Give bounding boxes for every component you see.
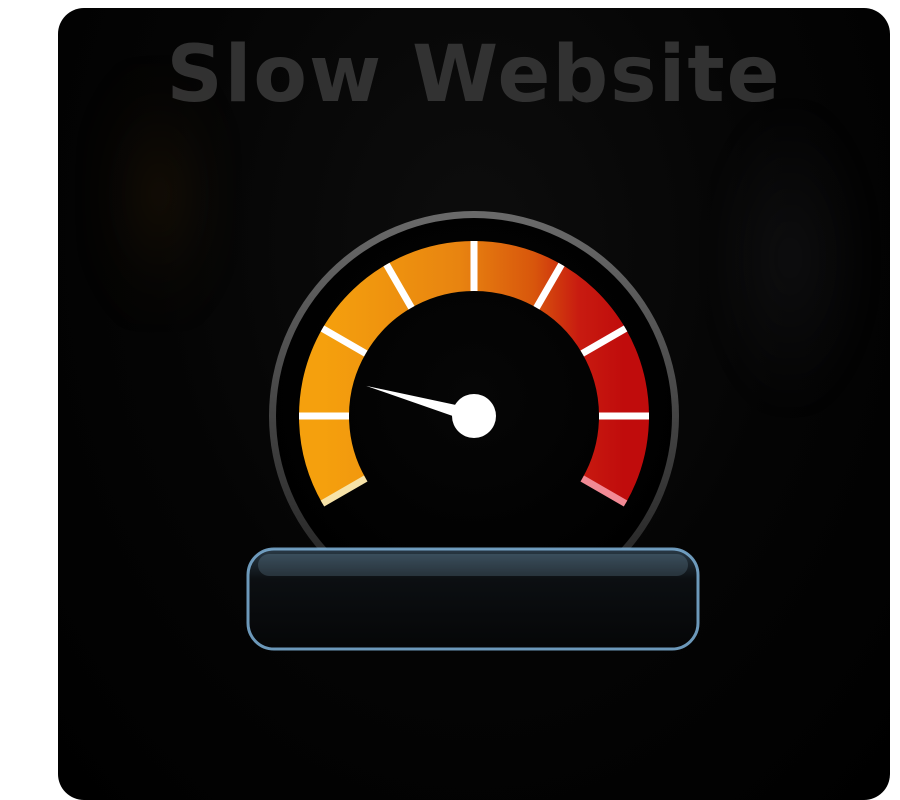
speed-card: Slow Website [58,8,890,800]
base-top-highlight [258,554,688,576]
speedometer-icon [246,211,700,651]
gauge-base [246,547,700,651]
needle-hub [452,394,496,438]
